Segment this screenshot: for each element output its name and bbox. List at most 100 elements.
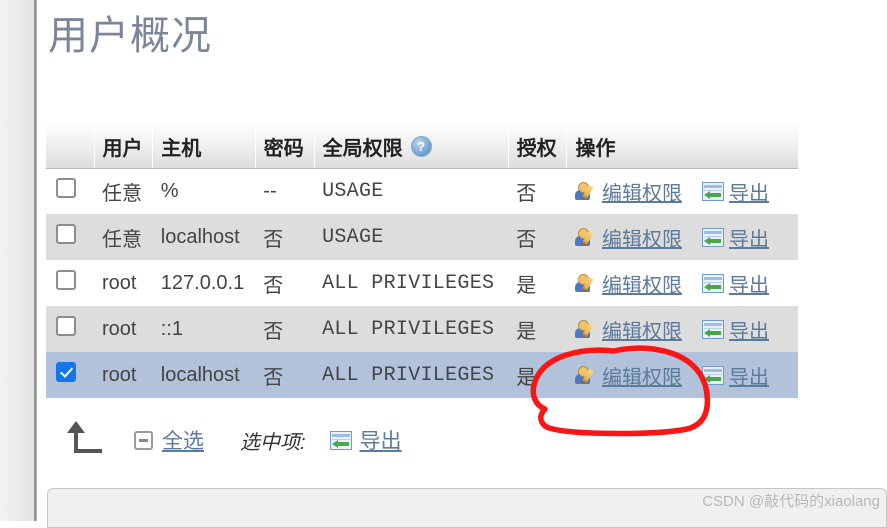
edit-privileges-link[interactable]: 编辑权限 [602, 361, 682, 390]
users-overview-table: 用户 主机 密码 全局权限 ? 授权 操作 任意 % -- USAGE 否 编辑… [46, 126, 798, 398]
header-grant[interactable]: 授权 [508, 126, 568, 169]
grant-cell: 是 [516, 366, 537, 389]
privileges-cell: ALL PRIVILEGES [322, 363, 495, 387]
export-icon[interactable] [701, 319, 724, 339]
privileges-cell: ALL PRIVILEGES [322, 317, 495, 341]
table-row[interactable]: root::1 否 ALL PRIVILEGES 是 编辑权限 导出 [46, 306, 798, 352]
export-link[interactable]: 导出 [729, 223, 769, 252]
edit-user-icon[interactable] [574, 365, 597, 385]
select-all-group[interactable]: 全选 [134, 425, 204, 455]
host-cell: % [160, 179, 179, 202]
table-header: 用户 主机 密码 全局权限 ? 授权 操作 [46, 126, 798, 169]
edit-privileges-action[interactable]: 编辑权限 [574, 315, 682, 344]
host-cell: localhost [160, 225, 240, 248]
grant-cell: 是 [516, 320, 537, 343]
host-cell: localhost [160, 363, 240, 386]
edit-user-icon[interactable] [574, 227, 597, 247]
export-action[interactable]: 导出 [701, 361, 769, 390]
with-selected-label: 选中项: [240, 431, 306, 454]
export-icon[interactable] [701, 365, 724, 385]
row-select-cell[interactable] [46, 260, 94, 306]
user-cell: root [102, 317, 137, 340]
grant-cell: 否 [516, 182, 537, 205]
export-action[interactable]: 导出 [701, 223, 769, 252]
main-content-area: 用户概况 用户 主机 密码 全局权限 ? 授权 操作 任意 % -- USAGE… [37, 0, 887, 528]
table-header-row: 用户 主机 密码 全局权限 ? 授权 操作 [46, 126, 798, 169]
help-icon[interactable]: ? [410, 136, 432, 158]
password-cell: 否 [263, 274, 284, 297]
privileges-cell: USAGE [322, 179, 384, 203]
header-user-label: 用户 [102, 138, 143, 161]
export-link[interactable]: 导出 [729, 269, 769, 298]
user-cell: 任意 [102, 182, 142, 205]
page-title: 用户概况 [48, 14, 212, 58]
table-row[interactable]: root 127.0.0.1 否 ALL PRIVILEGES 是 编辑权限 导出 [46, 260, 798, 306]
export-icon[interactable] [701, 273, 724, 293]
edit-privileges-action[interactable]: 编辑权限 [574, 223, 682, 252]
table-footer-toolbar: 全选 选中项: 导出 [46, 410, 798, 470]
header-host-label: 主机 [161, 138, 202, 161]
select-all-label[interactable]: 全选 [162, 425, 204, 455]
table-row[interactable]: 任意 localhost 否 USAGE 否 编辑权限 导出 [46, 214, 798, 260]
header-grant-label: 授权 [516, 138, 557, 161]
password-cell: 否 [263, 320, 284, 343]
export-link[interactable]: 导出 [729, 315, 769, 344]
row-select-cell[interactable] [46, 306, 94, 352]
edit-privileges-action[interactable]: 编辑权限 [574, 361, 682, 390]
header-actions-label: 操作 [575, 138, 616, 161]
table-row[interactable]: root localhost 否 ALL PRIVILEGES 是 编辑权限 导出 [46, 352, 798, 398]
export-icon[interactable] [329, 430, 352, 450]
table-body: 任意% -- USAGE 否编辑权限 导出 任意 localhost 否 USAGE 否编辑权限导… [46, 168, 798, 398]
header-global-privileges[interactable]: 全局权限 ? [314, 126, 509, 169]
edit-privileges-action[interactable]: 编辑权限 [574, 269, 682, 298]
host-cell: 127.0.0.1 [160, 271, 245, 294]
user-cell: root [102, 271, 137, 294]
edit-privileges-link[interactable]: 编辑权限 [602, 177, 682, 206]
footer-export-group[interactable]: 导出 [329, 425, 402, 455]
actions-cell: 编辑权限 导出 [567, 352, 798, 398]
export-action[interactable]: 导出 [701, 269, 769, 298]
header-password-label: 密码 [263, 138, 304, 161]
row-checkbox[interactable] [56, 178, 76, 199]
edit-privileges-action[interactable]: 编辑权限 [574, 177, 682, 206]
password-cell: 否 [263, 228, 284, 251]
actions-cell: 编辑权限 导出 [567, 168, 798, 214]
password-cell: -- [263, 179, 277, 202]
edit-privileges-link[interactable]: 编辑权限 [602, 223, 682, 252]
actions-cell: 编辑权限 导出 [567, 214, 798, 260]
row-select-cell[interactable] [46, 352, 94, 398]
export-link[interactable]: 导出 [729, 361, 769, 390]
row-select-cell[interactable] [46, 168, 94, 214]
header-password[interactable]: 密码 [255, 126, 315, 169]
grant-cell: 是 [516, 274, 537, 297]
export-link[interactable]: 导出 [729, 177, 769, 206]
row-checkbox[interactable] [56, 362, 76, 382]
header-actions: 操作 [566, 126, 798, 169]
edit-privileges-link[interactable]: 编辑权限 [602, 269, 682, 298]
row-select-cell[interactable] [46, 214, 94, 260]
row-checkbox[interactable] [56, 316, 76, 336]
row-checkbox[interactable] [56, 270, 76, 290]
export-action[interactable]: 导出 [701, 177, 769, 206]
edit-user-icon[interactable] [574, 273, 597, 293]
edit-privileges-link[interactable]: 编辑权限 [602, 315, 682, 344]
user-cell: 任意 [102, 228, 142, 251]
window-left-strip [0, 0, 34, 521]
actions-cell: 编辑权限 导出 [567, 260, 798, 306]
export-icon[interactable] [701, 181, 724, 201]
row-checkbox[interactable] [56, 224, 76, 244]
header-host[interactable]: 主机 [152, 126, 256, 169]
table-row[interactable]: 任意% -- USAGE 否 编辑权限 导出 [46, 168, 798, 214]
footer-export-label[interactable]: 导出 [360, 425, 402, 455]
export-action[interactable]: 导出 [701, 315, 769, 344]
header-user[interactable]: 用户 [94, 126, 154, 169]
watermark: CSDN @敲代码的xiaolang [702, 493, 880, 510]
export-icon[interactable] [701, 227, 724, 247]
arrow-up-icon[interactable] [64, 421, 106, 457]
edit-user-icon[interactable] [574, 319, 597, 339]
privileges-cell: USAGE [322, 225, 384, 249]
password-cell: 否 [263, 366, 284, 389]
edit-user-icon[interactable] [574, 181, 597, 201]
grant-cell: 否 [516, 228, 537, 251]
minus-box-icon[interactable] [134, 430, 153, 450]
